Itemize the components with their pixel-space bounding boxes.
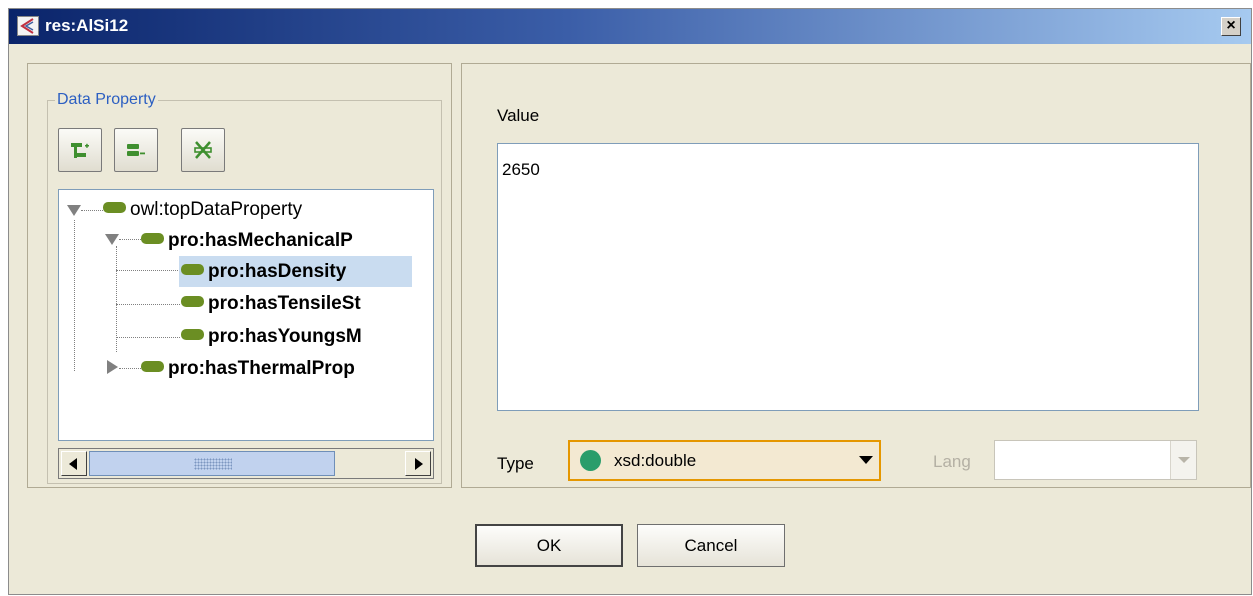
tree-connector [119, 368, 141, 369]
cancel-button[interactable]: Cancel [637, 524, 785, 567]
type-select-value: xsd:double [614, 451, 697, 470]
title-bar[interactable]: res:AlSi12 × [9, 9, 1251, 44]
scroll-right-button[interactable] [405, 451, 431, 476]
datatype-icon [580, 450, 601, 471]
data-property-icon [181, 329, 204, 341]
add-subproperty-button[interactable] [58, 128, 102, 172]
chevron-down-icon [859, 456, 873, 464]
add-sibling-property-icon [127, 144, 145, 156]
type-label: Type [497, 454, 534, 473]
window-title: res:AlSi12 [45, 16, 129, 35]
tree-horizontal-scrollbar[interactable] [58, 448, 434, 479]
close-button[interactable]: × [1221, 17, 1241, 36]
property-tree[interactable]: owl:topDataProperty pro:hasMechanicalP p… [58, 189, 434, 441]
scroll-thumb[interactable] [89, 451, 335, 476]
tree-connector [116, 337, 180, 338]
type-select[interactable]: xsd:double [568, 440, 881, 481]
tree-connector [119, 239, 141, 240]
expanded-toggle-icon[interactable] [67, 205, 81, 216]
tree-node-hasthermalprop[interactable]: pro:hasThermalProp [141, 354, 355, 384]
value-label: Value [497, 106, 540, 125]
delete-property-button[interactable] [181, 128, 225, 172]
arrow-right-icon [415, 458, 423, 470]
group-title: Data Property [55, 91, 158, 109]
grip-icon [194, 458, 232, 470]
scroll-left-button[interactable] [61, 451, 87, 476]
value-textarea[interactable]: 2650 [497, 143, 1199, 411]
collapsed-toggle-icon[interactable] [107, 360, 118, 374]
data-property-icon [181, 296, 204, 308]
data-property-icon [141, 361, 164, 373]
data-property-icon [141, 233, 164, 245]
chevron-down-icon [1170, 441, 1196, 479]
lang-select [994, 440, 1197, 480]
tree-node-owl-topdataproperty[interactable]: owl:topDataProperty [103, 195, 302, 225]
tree-connector [74, 220, 75, 371]
tree-connector [81, 210, 103, 211]
expanded-toggle-icon[interactable] [105, 234, 119, 245]
tree-node-hasmechanicalp[interactable]: pro:hasMechanicalP [141, 226, 353, 256]
tree-connector [116, 304, 180, 305]
protege-icon [17, 16, 39, 36]
data-property-icon [103, 202, 126, 214]
ok-button[interactable]: OK [475, 524, 623, 567]
data-property-icon [181, 264, 204, 276]
delete-property-icon [194, 141, 212, 159]
arrow-left-icon [69, 458, 77, 470]
add-subproperty-icon [71, 143, 89, 158]
value-text: 2650 [502, 160, 540, 179]
tree-node-hasyoungsm[interactable]: pro:hasYoungsM [181, 322, 362, 352]
add-sibling-property-button[interactable] [114, 128, 158, 172]
tree-node-hasdensity[interactable]: pro:hasDensity [181, 257, 346, 287]
tree-connector [116, 270, 180, 271]
tree-node-hastensilest[interactable]: pro:hasTensileSt [181, 289, 361, 319]
lang-label: Lang [933, 452, 971, 471]
